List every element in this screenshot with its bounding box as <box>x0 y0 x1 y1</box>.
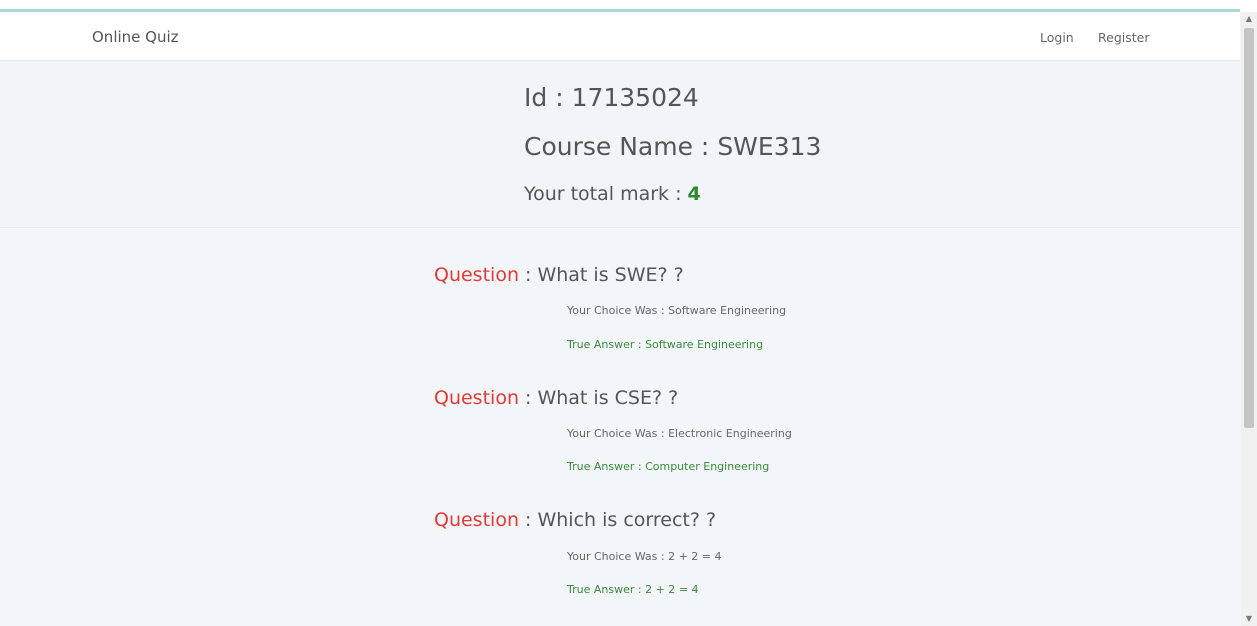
answer-prefix: True Answer : <box>567 338 646 351</box>
scroll-down-arrow-icon[interactable]: ▼ <box>1241 612 1257 626</box>
course-value: SWE313 <box>717 132 822 161</box>
mark-value: 4 <box>687 183 701 205</box>
question-key: Question <box>434 509 519 531</box>
question-text: : What is SWE? ? <box>518 264 684 286</box>
question-item: Question : What is CSE? ? Your Choice Wa… <box>434 387 792 473</box>
choice-prefix: Your Choice Was : <box>567 550 669 563</box>
total-mark: Your total mark : 4 <box>524 183 701 205</box>
id-value: 17135024 <box>571 83 699 112</box>
student-id: Id : 17135024 <box>524 83 699 112</box>
answer-prefix: True Answer : <box>567 583 646 596</box>
answer-prefix: True Answer : <box>567 460 646 473</box>
question-list: Question : What is SWE? ? Your Choice Wa… <box>0 228 1240 626</box>
choice-prefix: Your Choice Was : <box>567 304 669 317</box>
question-key: Question <box>434 387 519 409</box>
choice-value: Electronic Engineering <box>668 427 792 440</box>
answer-value: Software Engineering <box>645 338 764 351</box>
top-strip <box>0 0 1257 12</box>
answer-value: 2 + 2 = 4 <box>645 583 699 596</box>
your-choice: Your Choice Was : Software Engineering <box>567 304 786 317</box>
true-answer: True Answer : Software Engineering <box>567 338 763 351</box>
login-link[interactable]: Login <box>1040 30 1074 45</box>
answer-value: Computer Engineering <box>645 460 770 473</box>
your-choice: Your Choice Was : Electronic Engineering <box>567 427 792 440</box>
choice-value: Software Engineering <box>668 304 787 317</box>
register-link[interactable]: Register <box>1098 30 1149 45</box>
brand-link[interactable]: Online Quiz <box>92 28 179 46</box>
scroll-up-arrow-icon[interactable]: ▲ <box>1241 12 1257 26</box>
question-text: : What is CSE? ? <box>518 387 679 409</box>
course-name: Course Name : SWE313 <box>524 132 821 161</box>
scroll-thumb[interactable] <box>1244 28 1254 428</box>
question-item: Question : What is SWE? ? Your Choice Wa… <box>434 264 786 351</box>
true-answer: True Answer : 2 + 2 = 4 <box>567 583 699 596</box>
question-title: Question : What is SWE? ? <box>434 264 684 286</box>
your-choice: Your Choice Was : 2 + 2 = 4 <box>567 550 722 563</box>
question-title: Question : What is CSE? ? <box>434 387 678 409</box>
result-header: Id : 17135024 Course Name : SWE313 Your … <box>0 61 1240 228</box>
question-item: Question : Which is correct? ? Your Choi… <box>434 509 722 596</box>
vertical-scrollbar[interactable]: ▲ ▼ <box>1241 12 1257 626</box>
navbar: Online Quiz Login Register <box>0 12 1240 61</box>
choice-prefix: Your Choice Was : <box>567 427 669 440</box>
choice-value: 2 + 2 = 4 <box>668 550 722 563</box>
question-title: Question : Which is correct? ? <box>434 509 716 531</box>
mark-label: Your total mark : <box>524 183 688 205</box>
question-text: : Which is correct? ? <box>518 509 717 531</box>
question-key: Question <box>434 264 519 286</box>
course-label: Course Name : <box>524 132 718 161</box>
id-label: Id : <box>524 83 572 112</box>
true-answer: True Answer : Computer Engineering <box>567 460 769 473</box>
